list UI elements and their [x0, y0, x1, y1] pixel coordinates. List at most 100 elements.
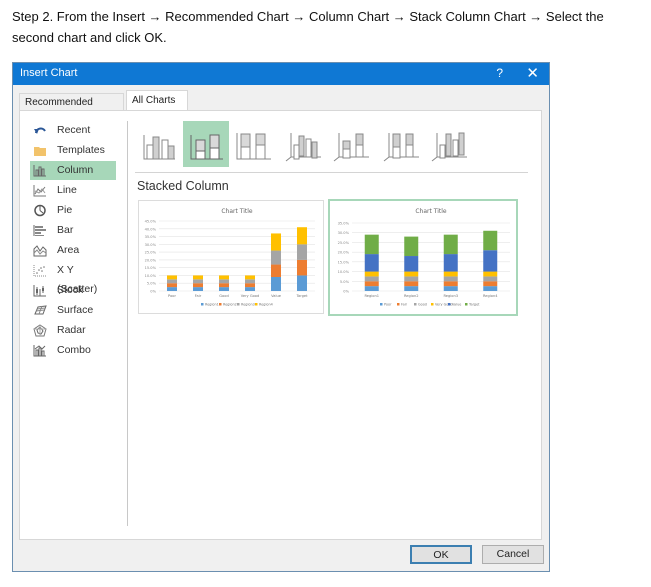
x-tick-label: Very Good [241, 294, 260, 298]
bar-segment [271, 250, 281, 265]
instruction-text: Step 2. From the Insert → Recommended Ch… [12, 6, 642, 48]
bar-segment [271, 277, 281, 291]
3d-column-icon [431, 132, 467, 162]
chart-preview-2[interactable]: Chart Title 0% 5.0% 10.0% 15.0% 20.0% 25.0% 30.… [328, 199, 518, 316]
bar-segment [483, 281, 498, 287]
legend-label: Value [452, 303, 461, 307]
bar-segment [483, 276, 498, 282]
separator [135, 172, 528, 173]
stacked-column-icon [190, 134, 223, 160]
bar-segment [245, 275, 255, 280]
stacked-column-button[interactable] [183, 121, 229, 167]
y-tick-label: 25.0% [145, 251, 157, 255]
sidebar-item-area[interactable]: Area [30, 241, 116, 260]
x-tick-label: Poor [168, 294, 176, 298]
3d-column-button[interactable] [427, 121, 473, 167]
sidebar-item-label: Area [57, 244, 80, 256]
bar-segment [443, 281, 458, 287]
sidebar-item-column[interactable]: Column [30, 161, 116, 180]
sidebar-item-label: Recent [57, 124, 91, 136]
sidebar-item-stock[interactable]: Stock [30, 281, 116, 300]
sidebar-item-surface[interactable]: Surface [30, 301, 116, 320]
3d-clustered-column-button[interactable] [281, 121, 327, 167]
legend-label: Region4 [259, 303, 273, 307]
bar-segment [364, 286, 379, 291]
surface-chart-icon [34, 305, 47, 315]
help-button[interactable]: ? [496, 66, 503, 80]
chart-preview-1[interactable]: Chart Title 0% 5.0% 10.0% 15.0% 20.0% 25.0% 30.… [138, 200, 324, 314]
bar-segment [219, 283, 229, 288]
bar-segment [364, 234, 379, 255]
bar-segment [404, 276, 419, 282]
bar-segment [219, 275, 229, 280]
cancel-button[interactable]: Cancel [482, 545, 544, 564]
100-stacked-column-button[interactable] [231, 121, 277, 167]
y-tick-label: 5.0% [340, 280, 350, 284]
sidebar-item-label: Templates [57, 144, 105, 156]
scatter-chart-icon [33, 265, 46, 277]
sidebar-item-templates[interactable]: Templates [30, 141, 116, 160]
tab-recommended-charts[interactable]: Recommended Charts [19, 93, 124, 126]
bar-segment [404, 281, 419, 287]
tab-all-charts[interactable]: All Charts [126, 90, 188, 112]
x-tick-label: Fair [195, 294, 202, 298]
bar-segment [219, 287, 229, 291]
sidebar-item-line[interactable]: Line [30, 181, 116, 200]
legend-label: Region3 [241, 303, 255, 307]
chart-preview-1-svg: Chart Title 0% 5.0% 10.0% 15.0% 20.0% 25.0% 30.… [145, 208, 315, 307]
y-tick-label: 40.0% [145, 227, 157, 231]
sidebar-item-label: Surface [57, 304, 94, 316]
bar-segment [364, 271, 379, 277]
sidebar-item-radar[interactable]: Radar [30, 321, 116, 340]
bar-segment [483, 286, 498, 291]
bar-segment [364, 254, 379, 272]
sidebar-item-bar[interactable]: Bar [30, 221, 116, 240]
recent-icon [34, 127, 46, 134]
bar-segment [245, 279, 255, 284]
sidebar-item-recent[interactable]: Recent [30, 121, 116, 140]
3d-stacked-column-button[interactable] [329, 121, 375, 167]
y-tick-label: 35.0% [145, 235, 157, 239]
all-charts-panel: Recent Templates Column Line Pie Bar Are… [19, 110, 542, 540]
y-tick-label: 10.0% [145, 274, 157, 278]
y-tick-label: 30.0% [338, 231, 350, 235]
bar-segment [297, 227, 307, 245]
3d-100-stacked-column-button[interactable] [379, 121, 425, 167]
legend-label: Region2 [223, 303, 237, 307]
y-tick-label: 0% [150, 290, 156, 294]
area-chart-icon [33, 245, 47, 257]
ok-button[interactable]: OK [410, 545, 472, 564]
legend-swatch [448, 303, 451, 306]
bar-segment [167, 283, 177, 288]
clustered-column-button[interactable] [135, 121, 181, 167]
sidebar-item-combo[interactable]: Combo [30, 341, 116, 360]
dialog-title: Insert Chart [20, 67, 78, 79]
chart-subtype-title: Stacked Column [137, 179, 229, 193]
bar-segment [443, 286, 458, 291]
dialog-titlebar[interactable]: Insert Chart ? ✕ [13, 63, 549, 85]
bar-segment [297, 244, 307, 260]
sidebar-item-xy-scatter[interactable]: X Y (Scatter) [30, 261, 116, 295]
bar-segment [364, 281, 379, 287]
chart-subtype-row [135, 121, 535, 169]
x-tick-label: Region4 [483, 294, 498, 298]
bar-segment [404, 256, 419, 272]
y-tick-label: 0% [343, 290, 349, 294]
y-tick-label: 20.0% [145, 258, 157, 262]
legend-swatch [219, 303, 222, 306]
sidebar-item-label: Line [57, 184, 77, 196]
legend-label: Poor [384, 303, 392, 307]
chart-title: Chart Title [221, 208, 253, 215]
bar-segment [404, 286, 419, 291]
x-tick-label: Value [271, 294, 282, 298]
close-button[interactable]: ✕ [526, 64, 539, 82]
bar-segment [297, 259, 307, 276]
bar-segment [219, 279, 229, 284]
bar-segment [297, 275, 307, 291]
legend-label: Good [418, 303, 427, 307]
sidebar-item-pie[interactable]: Pie [30, 201, 116, 220]
chart-title: Chart Title [415, 208, 447, 215]
bar-segment [245, 287, 255, 291]
bar-segment [483, 250, 498, 272]
bar-segment [483, 230, 498, 251]
